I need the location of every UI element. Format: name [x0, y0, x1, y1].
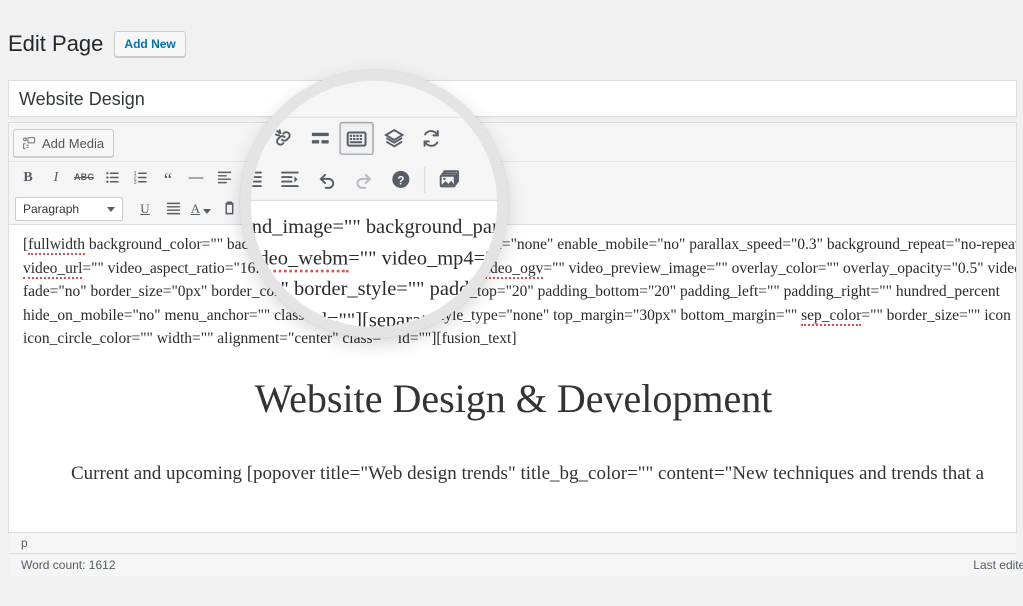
strikethrough-icon[interactable]: ABC	[71, 165, 97, 190]
post-title-value: Website Design	[19, 89, 145, 109]
add-new-button[interactable]: Add New	[114, 31, 186, 57]
format-select[interactable]: Paragraph	[15, 196, 123, 221]
word-count: Word count: 1612	[21, 558, 116, 572]
remove-link-icon[interactable]	[266, 122, 300, 155]
undo-icon[interactable]	[309, 163, 343, 196]
page-header: Edit Page Add New	[8, 26, 186, 62]
svg-text:3: 3	[133, 180, 136, 186]
shortcode-line: icon_circle_color="" width="" alignment=…	[23, 330, 517, 347]
indent-icon[interactable]	[272, 163, 306, 196]
page-title: Edit Page	[8, 30, 104, 56]
shortcode-text-block: [fullwidth background_color="" backgroun…	[241, 212, 508, 327]
redo-icon[interactable]	[346, 163, 380, 196]
read-more-icon[interactable]	[302, 122, 336, 155]
horizontal-rule-icon[interactable]: —	[183, 165, 209, 190]
keyboard-shortcuts-help-icon[interactable]: ?	[383, 163, 417, 196]
chevron-down-icon	[107, 206, 115, 212]
media-camera-icon	[21, 135, 37, 151]
paste-as-text-icon[interactable]	[216, 196, 242, 221]
shortcode-line: [fullwidth background_color="" backgroun…	[23, 236, 1016, 255]
element-path: p	[21, 536, 28, 550]
shortcode-text-block: [fullwidth background_color="" backgroun…	[23, 233, 1016, 351]
shortcode-line: fade="no" border_size="0px" border_color…	[251, 277, 506, 301]
content-heading: Website Design & Development	[254, 376, 773, 421]
toolbar-row-primary: BIABC 123“—	[9, 162, 1016, 193]
shortcode-line: video_url="" video_aspect_ratio="16:9" v…	[23, 259, 1016, 279]
magnifier-lens: Edit Page Add New Website Design	[240, 70, 508, 338]
add-media-button[interactable]: Add Media	[13, 129, 115, 157]
editor-content-area[interactable]: [fullwidth background_color="" backgroun…	[9, 225, 1016, 532]
distraction-free-icon[interactable]	[376, 122, 410, 155]
align-left-icon[interactable]	[211, 165, 237, 190]
outdent-icon[interactable]	[251, 163, 269, 196]
add-media-label: Add Media	[42, 135, 105, 151]
insert-gallery-icon[interactable]	[432, 163, 466, 196]
last-edited: Last edited	[973, 558, 1023, 572]
shortcode-line: video_url="" video_aspect_ratio="16:9" v…	[251, 243, 497, 274]
svg-text:?: ?	[397, 174, 404, 187]
editor-toolbar: BIABC123“— Paragraph UAΩ?	[251, 117, 497, 202]
shortcode-line: fade="no" border_size="0px" border_color…	[23, 283, 1000, 300]
revisions-refresh-icon[interactable]	[413, 122, 447, 155]
media-buttons-bar: Add Media	[251, 81, 497, 118]
format-select-value: Paragraph	[23, 201, 80, 216]
element-path-bar: p	[9, 532, 1016, 553]
editor-container: Add Media BIABC 123“— Paragraph UAΩ? [ful…	[8, 122, 1023, 576]
toolbar-row-secondary: Paragraph UAΩ?	[251, 159, 497, 200]
toolbar-row-secondary: Paragraph UAΩ?	[9, 193, 1016, 224]
content-lead-paragraph: Current and upcoming [popover title="Web…	[71, 463, 985, 484]
shortcode-line: [fullwidth background_color="" backgroun…	[241, 215, 508, 239]
ordered-list-icon[interactable]: 123	[127, 165, 153, 190]
toggle-toolbar-icon[interactable]	[339, 121, 374, 155]
blockquote-icon[interactable]: “	[155, 165, 181, 190]
underline-icon[interactable]: U	[132, 196, 158, 221]
unordered-list-icon[interactable]	[99, 165, 125, 190]
editor-content-area[interactable]: [fullwidth background_color="" backgroun…	[241, 201, 508, 327]
editor-status-bar: Word count: 1612 Last edited	[9, 553, 1023, 576]
media-buttons-bar: Add Media	[9, 123, 1016, 162]
post-title-field[interactable]: Website Design	[8, 80, 1017, 117]
magnifier-lens-content: Edit Page Add New Website Design	[241, 81, 508, 327]
shortcode-line: hide_on_mobile="no" menu_anchor="" class…	[23, 306, 1011, 326]
toolbar-separator	[423, 166, 426, 193]
bold-icon[interactable]: B	[15, 165, 41, 190]
editor-container: Add Media BIABC123“— Paragraph UAΩ? [ful…	[241, 81, 508, 327]
wordpress-edit-page-screen: Edit Page Add New Website Design Add Med…	[0, 0, 1023, 606]
toolbar-row-primary: BIABC123“—	[251, 118, 497, 159]
italic-icon[interactable]: I	[43, 165, 69, 190]
editor-toolbar: BIABC 123“— Paragraph UAΩ?	[9, 162, 1016, 225]
align-justify-icon[interactable]	[160, 196, 186, 221]
text-color-icon[interactable]: A	[188, 196, 214, 221]
